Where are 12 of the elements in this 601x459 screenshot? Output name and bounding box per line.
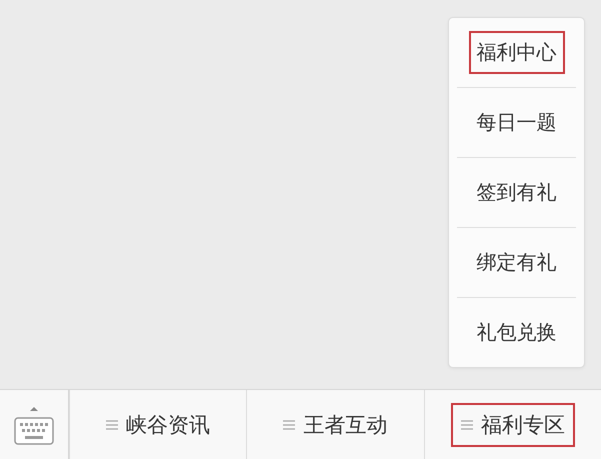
menu-tab[interactable]: 王者互动 xyxy=(273,402,398,446)
menu-icon xyxy=(460,420,473,430)
menu-item[interactable]: 礼包兑换 xyxy=(468,311,564,354)
menu-item[interactable]: 福利中心 xyxy=(468,31,564,74)
menu-icon xyxy=(283,420,296,430)
menu-item[interactable]: 绑定有礼 xyxy=(468,241,564,284)
menu-icon xyxy=(106,420,118,430)
keyboard-icon[interactable] xyxy=(13,404,55,444)
menu-item[interactable]: 每日一题 xyxy=(468,101,564,144)
menu-item[interactable]: 签到有礼 xyxy=(468,171,564,214)
menu-tab[interactable]: 峡谷资讯 xyxy=(96,402,220,446)
menu-tab[interactable]: 福利专区 xyxy=(450,402,575,446)
